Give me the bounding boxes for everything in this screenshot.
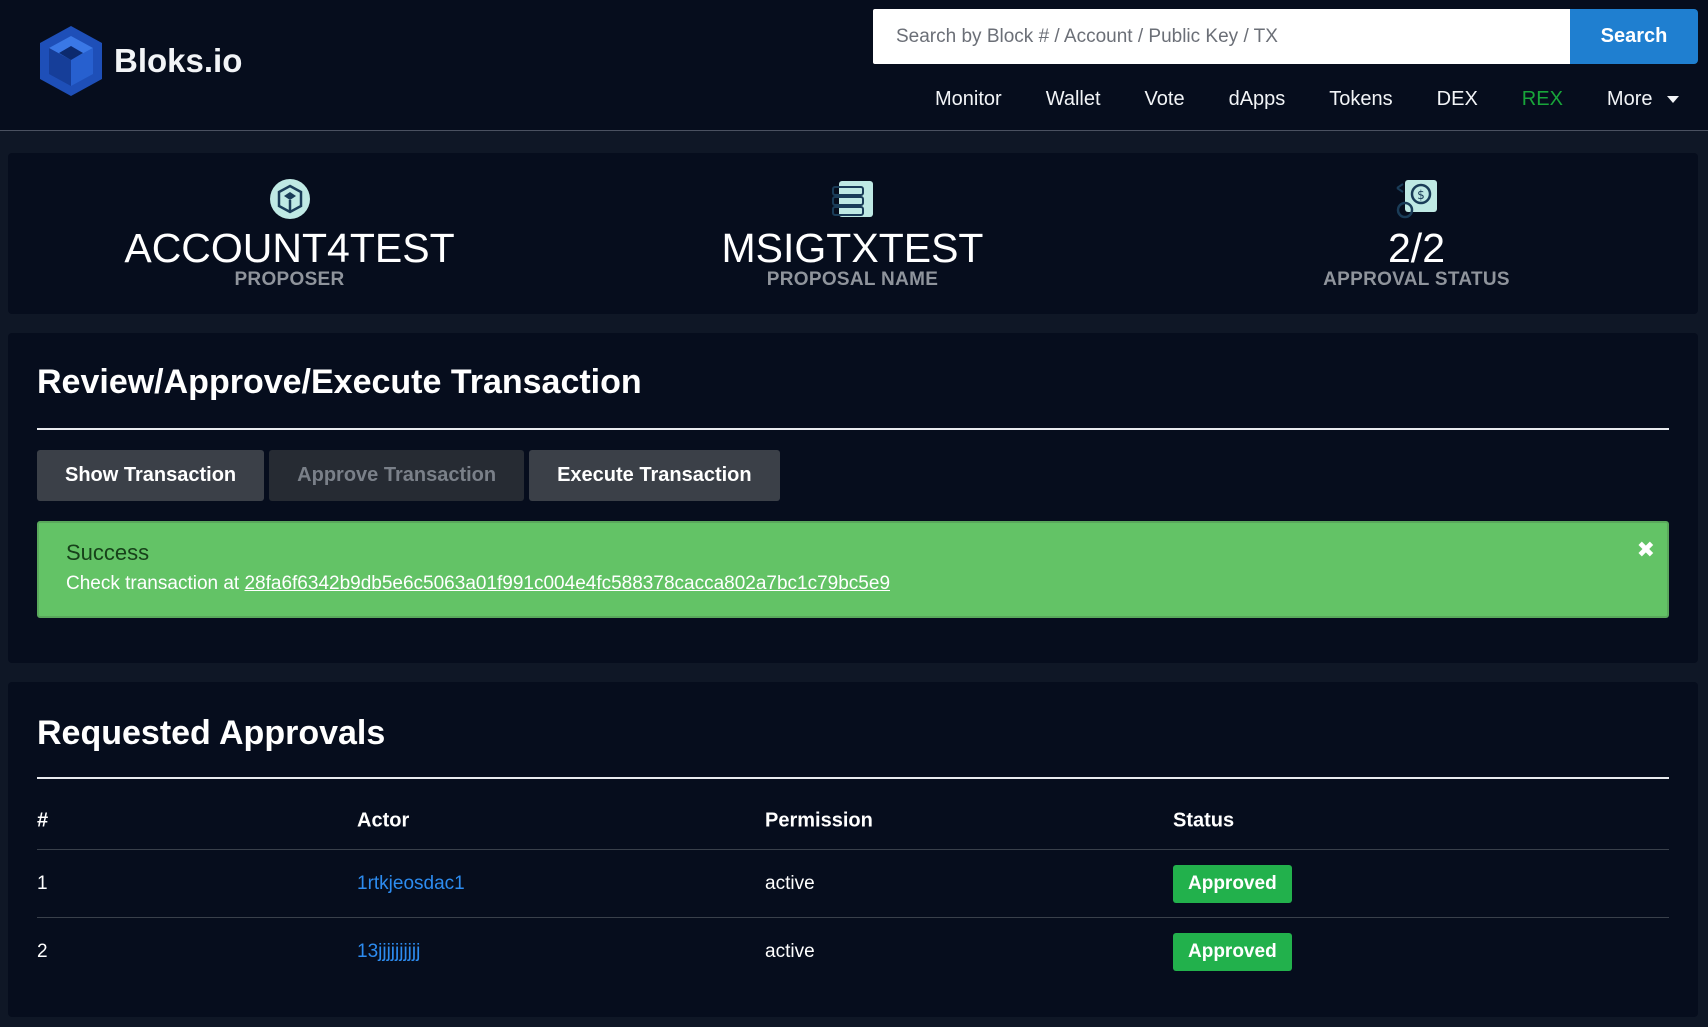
row-number: 2 xyxy=(37,941,48,962)
column-header-number: # xyxy=(37,809,49,832)
actor-link[interactable]: 13jjjjjjjjjj xyxy=(357,941,420,963)
alert-title: Success xyxy=(66,540,150,565)
search-button[interactable]: Search xyxy=(1570,9,1698,64)
table-header: # Actor Permission Status xyxy=(37,797,1669,850)
top-header: Bloks.io Search Monitor Wallet Vote dApp… xyxy=(0,0,1708,131)
logo-text: Bloks.io xyxy=(114,42,243,79)
column-header-status: Status xyxy=(1173,809,1235,832)
approvals-divider xyxy=(37,777,1669,779)
permission-value: active xyxy=(765,872,815,894)
svg-text:$: $ xyxy=(1417,188,1425,202)
alert-prefix: Check transaction at xyxy=(66,573,240,594)
success-alert: Success Check transaction at 28fa6f6342b… xyxy=(37,521,1669,618)
show-transaction-button[interactable]: Show Transaction xyxy=(37,450,265,501)
nav-monitor[interactable]: Monitor xyxy=(935,88,1002,111)
stat-proposal-name: MSIGTXTEST PROPOSAL NAME xyxy=(571,153,1134,314)
close-icon[interactable]: ✖ xyxy=(1637,537,1655,563)
row-number: 1 xyxy=(37,872,48,894)
proposal-name-value: MSIGTXTEST xyxy=(721,225,984,271)
stat-approval-status: $ 2/2 APPROVAL STATUS xyxy=(1135,153,1698,314)
review-divider xyxy=(37,428,1669,430)
proposal-name-icon xyxy=(831,181,873,217)
review-title: Review/Approve/Execute Transaction xyxy=(37,363,642,401)
stat-proposer: ACCOUNT4TEST PROPOSER xyxy=(8,153,571,314)
approval-status-label: APPROVAL STATUS xyxy=(1323,269,1510,290)
nav-tokens[interactable]: Tokens xyxy=(1329,88,1392,111)
proposer-label: PROPOSER xyxy=(234,269,345,290)
proposer-value: ACCOUNT4TEST xyxy=(124,225,455,271)
approvals-title: Requested Approvals xyxy=(37,714,386,752)
chevron-down-icon xyxy=(1666,96,1679,103)
approve-transaction-button[interactable]: Approve Transaction xyxy=(269,450,525,501)
execute-transaction-button[interactable]: Execute Transaction xyxy=(529,450,780,501)
proposal-name-label: PROPOSAL NAME xyxy=(766,269,939,290)
nav-more[interactable]: More xyxy=(1607,88,1679,111)
proposer-icon xyxy=(269,179,310,219)
nav-vote[interactable]: Vote xyxy=(1145,88,1185,111)
search-input[interactable] xyxy=(873,9,1570,64)
status-badge: Approved xyxy=(1173,933,1292,971)
approvals-panel: Requested Approvals # Actor Permission S… xyxy=(8,682,1698,1017)
approval-status-icon: $ xyxy=(1395,180,1437,219)
action-buttons: Show Transaction Approve Transaction Exe… xyxy=(37,450,785,501)
alert-body: Check transaction at 28fa6f6342b9db5e6c5… xyxy=(66,573,890,595)
actor-link[interactable]: 1rtkjeosdac1 xyxy=(357,873,465,895)
transaction-link[interactable]: 28fa6f6342b9db5e6c5063a01f991c004e4fc588… xyxy=(244,573,890,594)
approval-status-value: 2/2 xyxy=(1388,225,1445,271)
proposal-summary: ACCOUNT4TEST PROPOSER MSIGTXTEST PROPOSA… xyxy=(8,153,1698,314)
nav-rex[interactable]: REX xyxy=(1522,88,1563,111)
logo[interactable]: Bloks.io xyxy=(40,26,242,96)
table-row: 1 1rtkjeosdac1 active Approved xyxy=(37,850,1669,918)
status-badge: Approved xyxy=(1173,864,1292,903)
nav-dex[interactable]: DEX xyxy=(1437,88,1478,111)
permission-value: active xyxy=(765,941,815,962)
nav-wallet[interactable]: Wallet xyxy=(1046,88,1101,111)
main-nav: Monitor Wallet Vote dApps Tokens DEX REX… xyxy=(935,88,1679,111)
bloks-logo-icon xyxy=(40,26,102,96)
column-header-permission: Permission xyxy=(765,809,873,832)
review-panel: Review/Approve/Execute Transaction Show … xyxy=(8,333,1698,663)
column-header-actor: Actor xyxy=(357,809,410,832)
search-bar: Search xyxy=(873,9,1698,64)
table-row: 2 13jjjjjjjjjj active Approved xyxy=(37,918,1669,986)
approvals-table: # Actor Permission Status 1 1rtkjeosdac1… xyxy=(37,797,1669,986)
nav-dapps[interactable]: dApps xyxy=(1229,88,1286,111)
nav-more-label: More xyxy=(1606,88,1653,110)
